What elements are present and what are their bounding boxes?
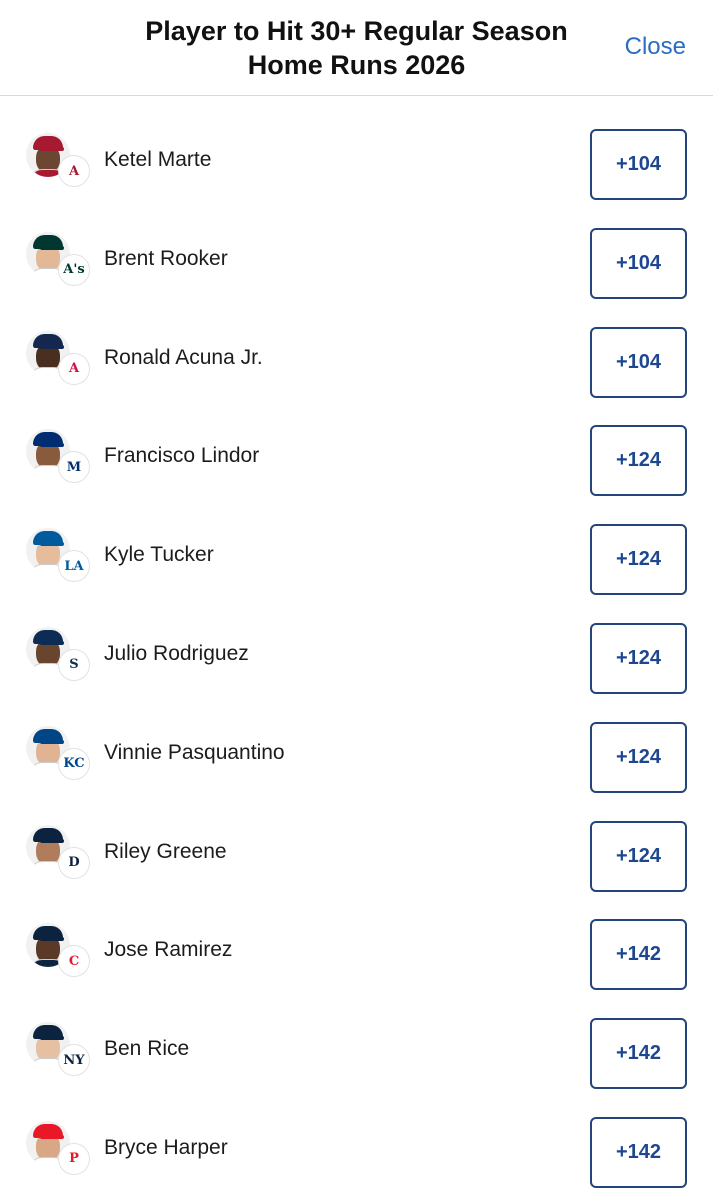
odds-button[interactable]: +124 xyxy=(590,524,687,596)
player-row: A's Brent Rooker +104 xyxy=(0,205,713,304)
odds-button[interactable]: +142 xyxy=(590,1116,687,1188)
player-avatar-group: A xyxy=(26,330,90,385)
odds-button[interactable]: +124 xyxy=(590,425,687,497)
close-button[interactable]: Close xyxy=(625,33,686,61)
mariners-logo-icon: S xyxy=(58,648,90,681)
modal-header: Player to Hit 30+ Regular Season Home Ru… xyxy=(0,0,713,96)
odds-button[interactable]: +104 xyxy=(590,227,687,299)
diamondbacks-logo-icon: A xyxy=(58,155,90,187)
royals-logo-icon: KC xyxy=(58,747,90,780)
player-row: P Bryce Harper +142 xyxy=(0,1094,713,1193)
player-avatar-group: A's xyxy=(26,231,90,286)
odds-button[interactable]: +104 xyxy=(590,326,687,398)
player-avatar-group: LA xyxy=(26,528,90,583)
odds-button[interactable]: +142 xyxy=(590,1018,687,1090)
phillies-logo-icon: P xyxy=(58,1142,90,1175)
player-avatar-group: KC xyxy=(26,725,90,780)
player-avatar-group: S xyxy=(26,626,90,681)
mets-logo-icon: M xyxy=(58,451,90,484)
player-name: Brent Rooker xyxy=(104,246,228,270)
player-avatar-group: M xyxy=(26,429,90,484)
player-row: C Jose Ramirez +142 xyxy=(0,896,713,995)
player-avatar-group: P xyxy=(26,1120,90,1175)
odds-button[interactable]: +124 xyxy=(590,721,687,793)
player-row: D Riley Greene +124 xyxy=(0,798,713,897)
player-avatar-group: D xyxy=(26,824,90,879)
player-name: Vinnie Pasquantino xyxy=(104,740,285,764)
title-line-2: Home Runs 2026 xyxy=(247,50,466,80)
player-name: Julio Rodriguez xyxy=(104,641,249,665)
player-row: LA Kyle Tucker +124 xyxy=(0,501,713,600)
player-name: Ronald Acuna Jr. xyxy=(104,345,263,369)
player-row: NY Ben Rice +142 xyxy=(0,995,713,1094)
player-name: Kyle Tucker xyxy=(104,543,214,567)
odds-button[interactable]: +124 xyxy=(590,622,687,694)
guardians-logo-icon: C xyxy=(58,945,90,978)
yankees-logo-icon: NY xyxy=(58,1044,90,1077)
odds-button[interactable]: +104 xyxy=(590,129,687,200)
page-title: Player to Hit 30+ Regular Season Home Ru… xyxy=(120,14,593,82)
player-avatar-group: NY xyxy=(26,1022,90,1077)
player-name: Riley Greene xyxy=(104,839,227,863)
tigers-logo-icon: D xyxy=(58,846,90,879)
player-avatar-group: A xyxy=(26,133,90,187)
player-name: Bryce Harper xyxy=(104,1135,228,1159)
player-list: A Ketel Marte +104 A's Brent Rooker +104… xyxy=(0,96,713,1193)
player-name: Jose Ramirez xyxy=(104,938,233,962)
player-row: S Julio Rodriguez +124 xyxy=(0,600,713,699)
player-avatar-group: C xyxy=(26,923,90,978)
odds-button[interactable]: +142 xyxy=(590,919,687,991)
player-row: KC Vinnie Pasquantino +124 xyxy=(0,699,713,798)
player-row: M Francisco Lindor +124 xyxy=(0,402,713,501)
braves-logo-icon: A xyxy=(58,352,90,385)
player-name: Ketel Marte xyxy=(104,148,212,171)
title-line-1: Player to Hit 30+ Regular Season xyxy=(145,16,568,46)
athletics-logo-icon: A's xyxy=(58,253,90,286)
player-row: A Ronald Acuna Jr. +104 xyxy=(0,304,713,403)
player-name: Ben Rice xyxy=(104,1037,190,1061)
player-name: Francisco Lindor xyxy=(104,444,260,468)
dodgers-logo-icon: LA xyxy=(58,550,90,583)
player-row: A Ketel Marte +104 xyxy=(0,106,713,205)
odds-button[interactable]: +124 xyxy=(590,820,687,892)
